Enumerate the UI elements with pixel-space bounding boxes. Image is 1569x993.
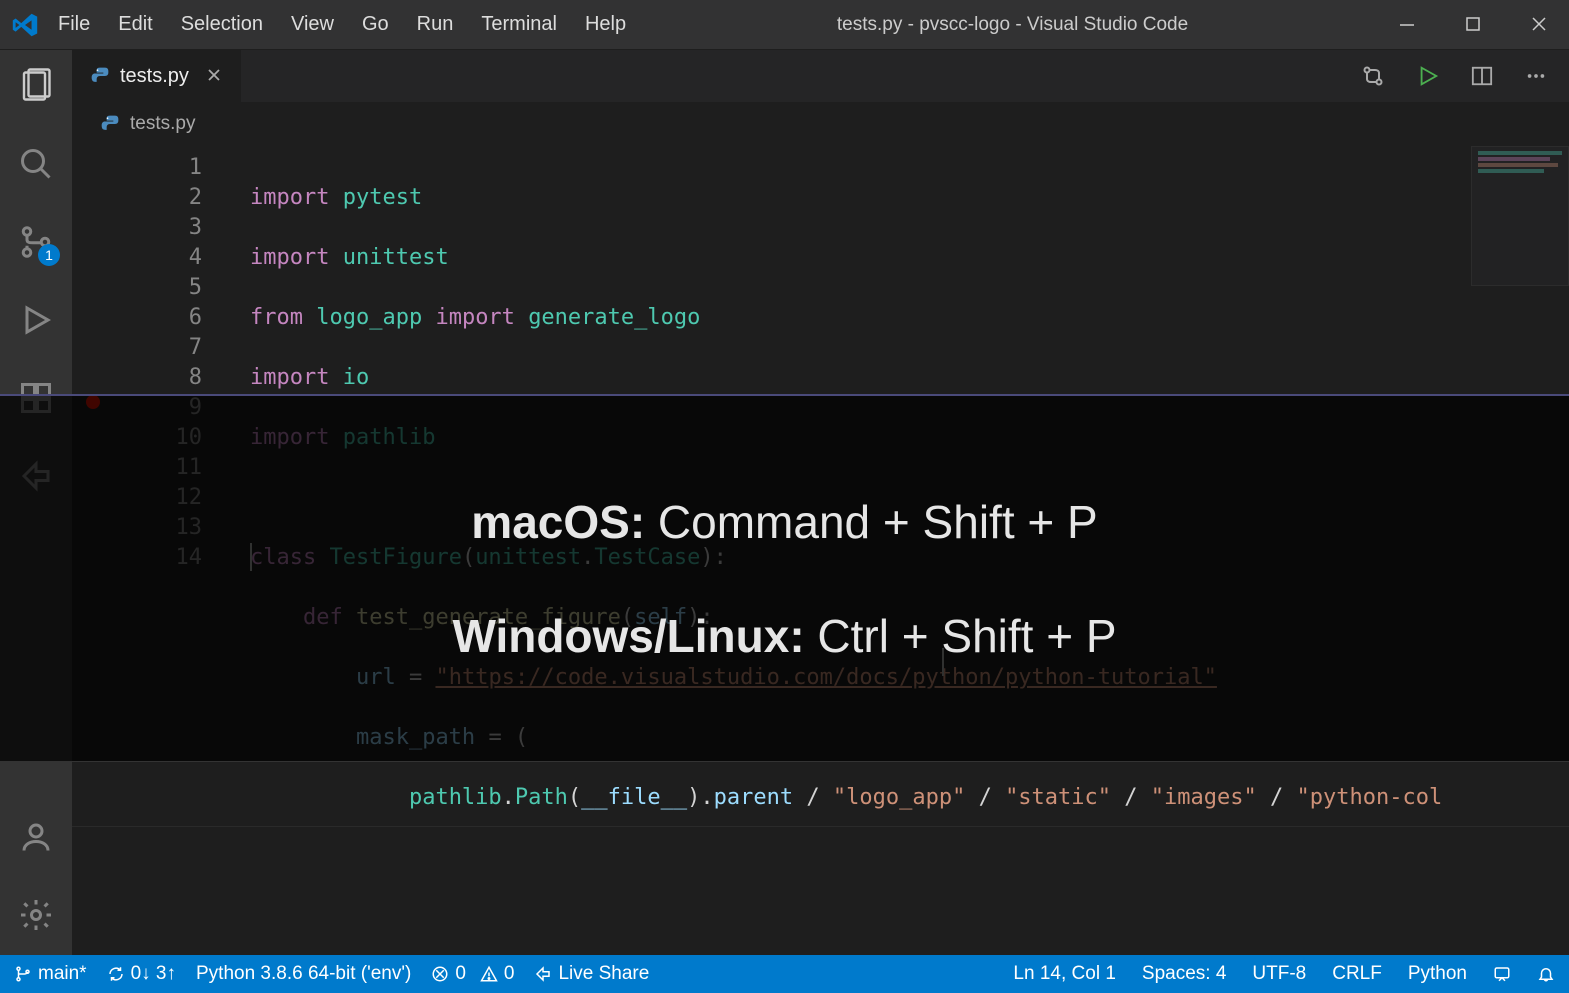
status-indent[interactable]: Spaces: 4: [1142, 963, 1227, 985]
status-branch[interactable]: main*: [14, 963, 87, 985]
minimap[interactable]: [1471, 146, 1569, 286]
status-liveshare[interactable]: Live Share: [534, 963, 649, 985]
shortcut-overlay: macOS: Command + Shift + P Windows/Linux…: [0, 394, 1569, 762]
tabs: tests.py: [72, 50, 1569, 102]
run-file-icon[interactable]: [1417, 65, 1439, 87]
close-icon[interactable]: [1531, 16, 1549, 34]
titlebar: File Edit Selection View Go Run Terminal…: [0, 0, 1569, 50]
tab-close-icon[interactable]: [207, 68, 223, 84]
status-encoding[interactable]: UTF-8: [1252, 963, 1306, 985]
status-sync[interactable]: 0↓ 3↑: [107, 963, 176, 985]
minimize-icon[interactable]: [1399, 16, 1417, 34]
menu-go[interactable]: Go: [362, 13, 389, 36]
menu-selection[interactable]: Selection: [181, 13, 263, 36]
menu-view[interactable]: View: [291, 13, 334, 36]
overlay-mac-line: macOS: Command + Shift + P: [471, 495, 1097, 549]
split-editor-icon[interactable]: [1471, 65, 1493, 87]
status-feedback-icon[interactable]: [1493, 965, 1511, 983]
main-menu: File Edit Selection View Go Run Terminal…: [58, 13, 626, 36]
more-actions-icon[interactable]: [1525, 65, 1547, 87]
status-language[interactable]: Python: [1408, 963, 1467, 985]
maximize-icon[interactable]: [1465, 16, 1483, 34]
settings-gear-icon[interactable]: [18, 897, 54, 933]
status-notifications-icon[interactable]: [1537, 965, 1555, 983]
status-eol[interactable]: CRLF: [1332, 963, 1382, 985]
overlay-win-line: Windows/Linux: Ctrl + Shift + P: [452, 609, 1116, 663]
panel[interactable]: [72, 826, 1569, 955]
account-icon[interactable]: [18, 819, 54, 855]
status-cursor-position[interactable]: Ln 14, Col 1: [1013, 963, 1115, 985]
tab-label: tests.py: [120, 65, 189, 88]
explorer-icon[interactable]: [18, 68, 54, 104]
breadcrumb[interactable]: tests.py: [72, 102, 1569, 146]
source-control-icon[interactable]: 1: [18, 224, 54, 260]
menu-terminal[interactable]: Terminal: [481, 13, 557, 36]
menu-run[interactable]: Run: [417, 13, 454, 36]
search-icon[interactable]: [18, 146, 54, 182]
menu-file[interactable]: File: [58, 13, 90, 36]
menu-help[interactable]: Help: [585, 13, 626, 36]
menu-edit[interactable]: Edit: [118, 13, 152, 36]
statusbar: main* 0↓ 3↑ Python 3.8.6 64-bit ('env') …: [0, 955, 1569, 993]
tab-tests-py[interactable]: tests.py: [72, 50, 242, 102]
scm-badge: 1: [38, 244, 60, 266]
breadcrumb-file: tests.py: [130, 113, 195, 135]
status-interpreter[interactable]: Python 3.8.6 64-bit ('env'): [196, 963, 411, 985]
run-debug-icon[interactable]: [18, 302, 54, 338]
window-title: tests.py - pvscc-logo - Visual Studio Co…: [626, 14, 1399, 36]
vscode-logo-icon: [10, 10, 40, 40]
python-file-icon: [90, 66, 110, 86]
compare-changes-icon[interactable]: [1361, 64, 1385, 88]
python-file-icon: [100, 114, 120, 134]
status-problems[interactable]: 0 0: [431, 963, 514, 985]
